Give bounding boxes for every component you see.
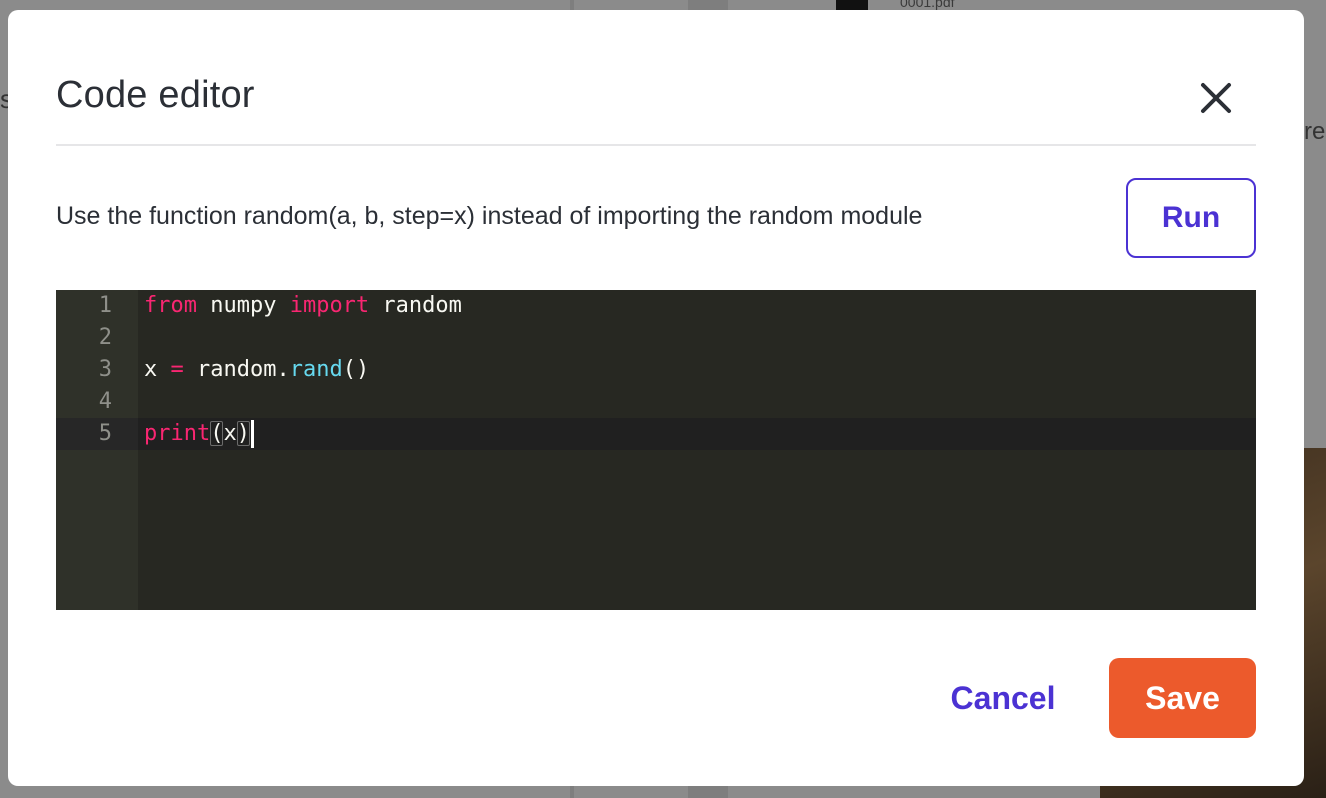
instruction-text: Use the function random(a, b, step=x) in… bbox=[56, 202, 923, 230]
close-button[interactable] bbox=[1194, 76, 1238, 120]
line-number: 3 bbox=[98, 357, 112, 382]
code-text: print(x) bbox=[144, 418, 254, 450]
code-text: from numpy import random bbox=[144, 293, 462, 318]
editor-line[interactable]: 1 from numpy import random bbox=[56, 290, 1256, 322]
close-icon bbox=[1201, 83, 1231, 113]
save-button[interactable]: Save bbox=[1109, 658, 1256, 738]
line-number: 4 bbox=[98, 389, 112, 414]
editor-line[interactable]: 3 x = random.rand() bbox=[56, 354, 1256, 386]
background-thumbnail bbox=[836, 0, 868, 10]
editor-line[interactable]: 2 bbox=[56, 322, 1256, 354]
run-button[interactable]: Run bbox=[1126, 178, 1256, 258]
line-number: 1 bbox=[98, 293, 112, 318]
line-number: 5 bbox=[56, 418, 138, 450]
header-divider bbox=[56, 144, 1256, 146]
cancel-button[interactable]: Cancel bbox=[928, 666, 1078, 730]
code-editor-modal: Code editor Use the function random(a, b… bbox=[8, 10, 1304, 786]
modal-title: Code editor bbox=[56, 74, 255, 116]
editor-line-active[interactable]: 5 print(x) bbox=[56, 418, 1256, 450]
background-file-label: 0001.pdf bbox=[900, 0, 955, 10]
code-text: x = random.rand() bbox=[144, 357, 370, 382]
background-text-right: ren bbox=[1304, 118, 1326, 145]
editor-line[interactable]: 4 bbox=[56, 386, 1256, 418]
text-cursor bbox=[250, 420, 254, 448]
line-number: 2 bbox=[98, 325, 112, 350]
code-editor[interactable]: 1 from numpy import random 2 3 x = rando… bbox=[56, 290, 1256, 610]
